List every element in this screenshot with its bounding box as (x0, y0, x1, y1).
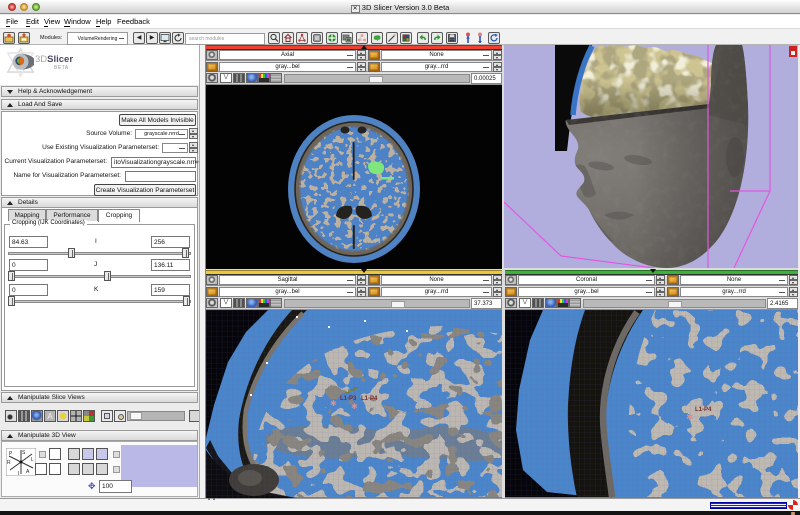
svg-text:I: I (18, 471, 19, 476)
svg-text:L: L (31, 457, 34, 463)
svg-text:L1-P4: L1-P4 (361, 396, 378, 402)
svg-text:R: R (7, 460, 11, 466)
svg-text:✱: ✱ (351, 402, 358, 411)
svg-text:L1-P4: L1-P4 (695, 407, 712, 413)
svg-text:✱: ✱ (686, 412, 694, 422)
svg-text:✱: ✱ (330, 399, 337, 408)
